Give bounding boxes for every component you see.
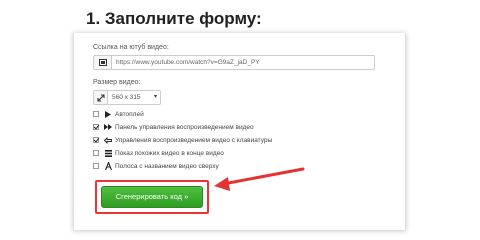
pointer-arrow-icon [214, 167, 305, 191]
